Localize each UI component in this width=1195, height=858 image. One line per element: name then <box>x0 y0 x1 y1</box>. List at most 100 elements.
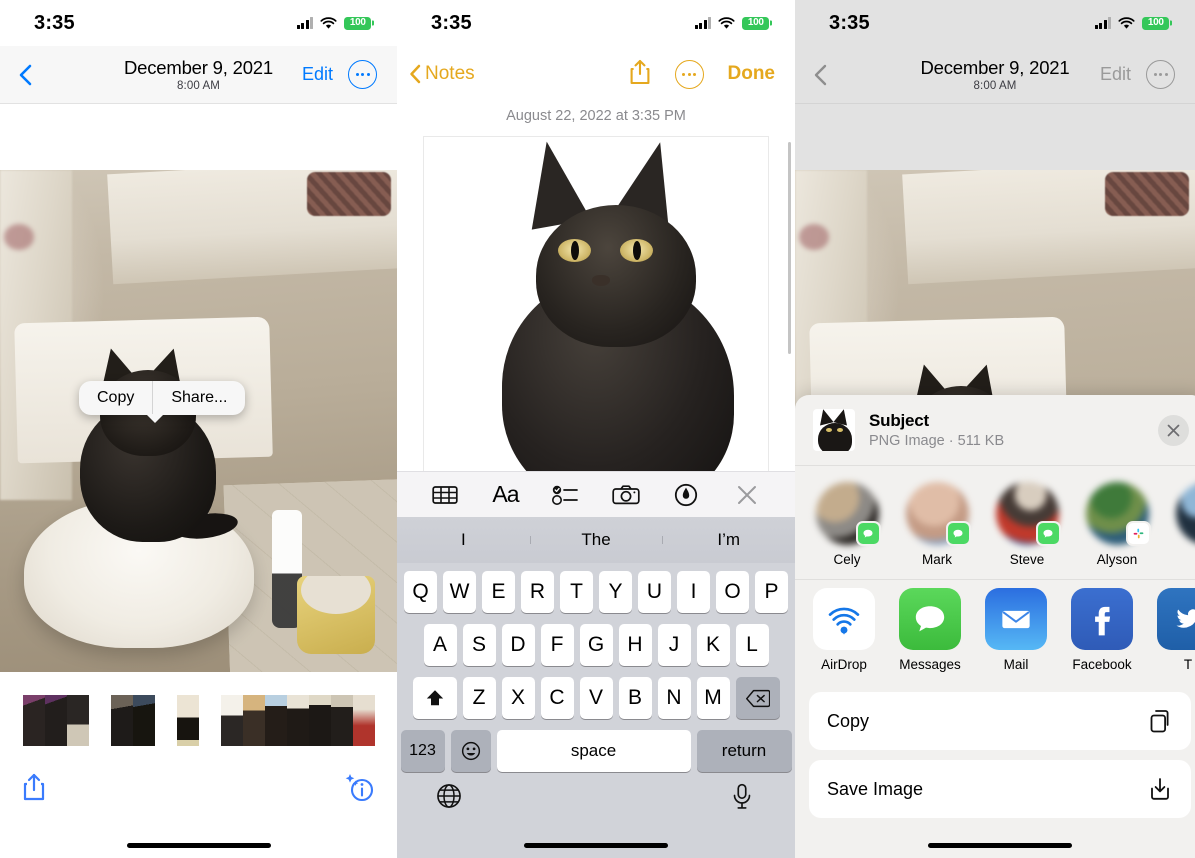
back-button[interactable] <box>805 60 835 90</box>
copy-button[interactable]: Copy <box>79 381 152 415</box>
key-r[interactable]: R <box>521 571 554 613</box>
photo-filmstrip[interactable] <box>0 672 397 750</box>
action-label: Save Image <box>827 778 924 799</box>
note-body[interactable] <box>397 136 795 496</box>
microphone-icon[interactable] <box>730 783 756 809</box>
globe-icon[interactable] <box>436 783 462 809</box>
action-copy[interactable]: Copy <box>809 692 1191 750</box>
key-s[interactable]: S <box>462 624 496 666</box>
filmstrip-thumb[interactable] <box>22 694 45 746</box>
status-indicators: 100 <box>1094 16 1169 30</box>
share-app-airdrop[interactable]: AirDrop <box>813 588 875 672</box>
key-b[interactable]: B <box>618 677 652 719</box>
key-m[interactable]: M <box>696 677 730 719</box>
suggestion-0[interactable]: I <box>397 530 530 550</box>
close-circle-icon[interactable] <box>1158 414 1189 446</box>
key-x[interactable]: X <box>501 677 535 719</box>
filmstrip-thumb[interactable] <box>264 694 287 746</box>
ellipsis-circle-icon[interactable] <box>1146 60 1175 89</box>
key-e[interactable]: E <box>482 571 515 613</box>
back-button[interactable] <box>10 60 40 90</box>
share-app-name: AirDrop <box>821 657 867 672</box>
key-g[interactable]: G <box>579 624 613 666</box>
contact-alyson[interactable]: Alyson <box>1083 482 1151 567</box>
filmstrip-thumb[interactable] <box>176 694 199 746</box>
slack-badge-icon <box>1125 521 1151 546</box>
key-j[interactable]: J <box>657 624 691 666</box>
ellipsis-circle-icon[interactable] <box>674 59 704 89</box>
key-p[interactable]: P <box>755 571 788 613</box>
key-v[interactable]: V <box>579 677 613 719</box>
key-z[interactable]: Z <box>462 677 496 719</box>
done-button[interactable]: Done <box>728 63 776 85</box>
share-button[interactable]: Share... <box>152 381 245 415</box>
table-icon[interactable] <box>430 482 460 508</box>
share-app-mail[interactable]: Mail <box>985 588 1047 672</box>
share-icon[interactable] <box>22 773 46 801</box>
back-to-notes-button[interactable]: Notes <box>409 63 475 85</box>
contact-steve[interactable]: Steve <box>993 482 1061 567</box>
filmstrip-thumb[interactable] <box>242 694 265 746</box>
contact-mark[interactable]: Mark <box>903 482 971 567</box>
keyboard-row-4: 123 space return <box>400 730 792 772</box>
filmstrip-thumb[interactable] <box>220 694 243 746</box>
context-menu-copy-share: Copy Share... <box>79 381 246 423</box>
filmstrip-thumb[interactable] <box>44 694 67 746</box>
ellipsis-circle-icon[interactable] <box>348 60 377 89</box>
keyboard-suggestion-bar: I The I’m <box>397 517 795 563</box>
contact-partial[interactable] <box>1173 482 1195 567</box>
text-format-icon[interactable]: Aa <box>490 481 520 508</box>
emoji-icon[interactable] <box>450 730 491 772</box>
note-date-stamp: August 22, 2022 at 3:35 PM <box>506 108 686 124</box>
scrollbar[interactable] <box>787 142 791 354</box>
edit-button[interactable]: Edit <box>1100 64 1131 85</box>
contact-cely[interactable]: Cely <box>813 482 881 567</box>
close-icon[interactable] <box>732 482 762 508</box>
suggestion-1[interactable]: The <box>529 530 663 550</box>
info-sparkle-icon[interactable] <box>343 772 375 802</box>
space-key[interactable]: space <box>496 730 691 772</box>
photo-image-cat-on-toilet[interactable]: Copy Share... <box>0 170 397 672</box>
backspace-icon[interactable] <box>735 677 780 719</box>
filmstrip-thumb[interactable] <box>66 694 89 746</box>
markup-pen-icon[interactable] <box>671 482 701 508</box>
key-c[interactable]: C <box>540 677 574 719</box>
numbers-key[interactable]: 123 <box>400 730 445 772</box>
filmstrip-thumb[interactable] <box>132 694 155 746</box>
suggestion-2[interactable]: I’m <box>662 530 795 550</box>
key-n[interactable]: N <box>657 677 691 719</box>
key-d[interactable]: D <box>501 624 535 666</box>
key-h[interactable]: H <box>618 624 652 666</box>
photos-nav-actions: Edit <box>1100 60 1175 89</box>
filmstrip-thumb[interactable] <box>110 694 133 746</box>
filmstrip-thumb[interactable] <box>286 694 309 746</box>
note-attached-image[interactable] <box>423 136 769 496</box>
filmstrip-thumb[interactable] <box>330 694 353 746</box>
key-u[interactable]: U <box>638 571 671 613</box>
key-t[interactable]: T <box>560 571 593 613</box>
shift-icon[interactable] <box>412 677 457 719</box>
share-app-messages[interactable]: Messages <box>899 588 961 672</box>
checklist-icon[interactable] <box>551 482 581 508</box>
panel-notes-editor: 3:35 100 Notes Done August 22, 2022 at 3… <box>397 0 795 858</box>
key-l[interactable]: L <box>735 624 769 666</box>
key-w[interactable]: W <box>443 571 476 613</box>
key-f[interactable]: F <box>540 624 574 666</box>
key-q[interactable]: Q <box>404 571 437 613</box>
key-a[interactable]: A <box>423 624 457 666</box>
key-y[interactable]: Y <box>599 571 632 613</box>
share-icon[interactable] <box>629 59 651 90</box>
save-image-icon <box>1147 776 1173 802</box>
key-k[interactable]: K <box>696 624 730 666</box>
edit-button[interactable]: Edit <box>302 64 333 85</box>
filmstrip-thumb[interactable] <box>352 694 375 746</box>
share-app-twitter[interactable]: T <box>1157 588 1195 672</box>
return-key[interactable]: return <box>696 730 792 772</box>
key-i[interactable]: I <box>677 571 710 613</box>
action-save-image[interactable]: Save Image <box>809 760 1191 818</box>
camera-icon[interactable] <box>611 482 641 508</box>
key-o[interactable]: O <box>716 571 749 613</box>
wifi-icon <box>320 16 337 30</box>
share-app-facebook[interactable]: Facebook <box>1071 588 1133 672</box>
filmstrip-thumb[interactable] <box>308 694 331 746</box>
